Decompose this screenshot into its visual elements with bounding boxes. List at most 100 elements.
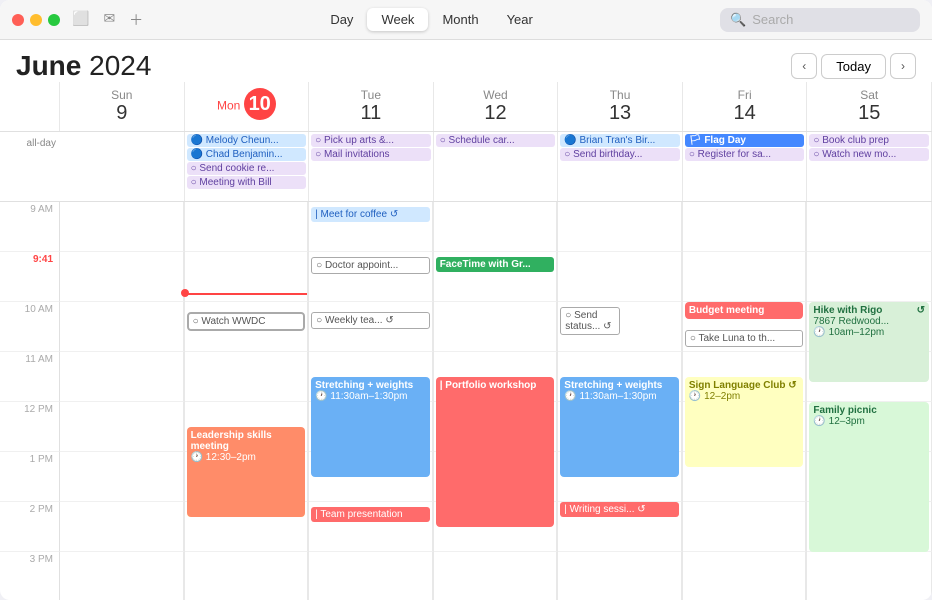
grid-slot [807,202,932,252]
sidebar-icon[interactable]: ⬜ [72,10,89,30]
event-time: 🕐 12:30–2pm [191,452,302,463]
list-item[interactable]: ○ Schedule car... [436,134,556,147]
list-item[interactable]: ○ Meeting with Bill [187,176,307,189]
grid-slot [683,502,807,552]
take-luna-event[interactable]: ○ Take Luna to th... [685,330,804,347]
day-num-fri: 14 [687,102,803,125]
facetime-event[interactable]: FaceTime with Gr... [436,257,555,272]
list-item[interactable]: ○ Register for sa... [685,148,805,161]
month-view-btn[interactable]: Month [428,8,492,31]
traffic-lights [12,14,60,26]
grid-slot [60,352,184,402]
team-presentation-event[interactable]: | Team presentation [311,507,430,522]
portfolio-workshop-event[interactable]: | Portfolio workshop [436,377,555,527]
add-icon[interactable]: ＋ [129,10,143,30]
day-view-btn[interactable]: Day [316,8,367,31]
event-title: Leadership skills meeting [191,430,302,452]
time-9am: 9 AM [0,202,60,252]
allday-sat: ○ Book club prep ○ Watch new mo... [807,132,932,201]
grid-slot: ○ Doctor appoint... [309,252,433,302]
fullscreen-button[interactable] [48,14,60,26]
event-time: 🕐 10am–12pm [813,327,925,338]
month-label: June [16,50,81,81]
event-title: Stretching + weights [564,380,675,391]
allday-thu: 🔵 Brian Tran's Bir... ○ Send birthday... [558,132,683,201]
send-status-event[interactable]: ○ Send status... ↺ [560,307,619,335]
list-item[interactable]: ○ Mail invitations [311,148,431,161]
list-item[interactable]: ○ Pick up arts &... [311,134,431,147]
grid-slot [60,552,184,600]
view-nav: Day Week Month Year [316,8,547,31]
grid-slot: FaceTime with Gr... [434,252,558,302]
grid-slot [683,552,807,600]
week-view-btn[interactable]: Week [367,8,428,31]
meet-coffee-event[interactable]: | Meet for coffee ↺ [311,207,430,222]
list-item[interactable]: ○ Book club prep [809,134,929,147]
day-col-sun [60,202,185,600]
close-button[interactable] [12,14,24,26]
event-location: 7867 Redwood... [813,316,925,327]
grid-slot [558,252,682,302]
event-time: 🕐 12–2pm [689,391,800,402]
leadership-skills-event[interactable]: Leadership skills meeting 🕐 12:30–2pm [187,427,306,517]
grid-slot [558,552,682,600]
family-picnic-event[interactable]: Family picnic 🕐 12–3pm [809,402,929,552]
watch-wwdc-event[interactable]: ○ Watch WWDC [187,312,306,331]
prev-week-btn[interactable]: ‹ [791,53,817,79]
grid-slot [807,552,932,600]
grid-slot [60,402,184,452]
list-item[interactable]: ○ Watch new mo... [809,148,929,161]
list-item[interactable]: 🔵 Melody Cheun... [187,134,307,147]
list-item[interactable]: 🔵 Chad Benjamin... [187,148,307,161]
day-num-sun: 9 [64,102,180,125]
grid-slot: Sign Language Club ↺ 🕐 12–2pm [683,352,807,402]
time-grid: 9 AM 9:41 10 AM 11 AM 12 PM 1 PM 2 PM 3 … [0,202,932,600]
grid-slot: ○ Watch WWDC [185,302,309,352]
day-header-wed: Wed 12 [434,82,559,131]
grid-slot [60,502,184,552]
grid-slot [558,202,682,252]
time-gutter-header [0,82,60,131]
grid-slot [434,202,558,252]
time-12pm: 12 PM [0,402,60,452]
list-item[interactable]: ○ Send cookie re... [187,162,307,175]
grid-slot: Leadership skills meeting 🕐 12:30–2pm [185,402,309,452]
stretching-thu-event[interactable]: Stretching + weights 🕐 11:30am–1:30pm [560,377,679,477]
day-col-tue: | Meet for coffee ↺ ○ Doctor appoint... … [309,202,434,600]
today-btn[interactable]: Today [821,54,886,79]
stretching-tue-event[interactable]: Stretching + weights 🕐 11:30am–1:30pm [311,377,430,477]
list-item[interactable]: 🔵 Brian Tran's Bir... [560,134,680,147]
list-item[interactable]: ○ Send birthday... [560,148,680,161]
minimize-button[interactable] [30,14,42,26]
hike-rigo-event[interactable]: Hike with Rigo ↺ 7867 Redwood... 🕐 10am–… [809,302,929,382]
calendar-grid: Sun 9 Mon 10 Tue 11 Wed 12 Thu 13 [0,82,932,600]
month-title: June 2024 [16,50,151,82]
grid-slot [60,452,184,502]
time-grid-scroll[interactable]: 9 AM 9:41 10 AM 11 AM 12 PM 1 PM 2 PM 3 … [0,202,932,600]
event-time: 🕐 12–3pm [813,416,925,427]
grid-slot [185,252,309,302]
grid-slot [683,252,807,302]
grid-slot: ○ Weekly tea... ↺ [309,302,433,352]
allday-row: all-day 🔵 Melody Cheun... 🔵 Chad Benjami… [0,132,932,202]
grid-slot [683,202,807,252]
inbox-icon[interactable]: ✉ [103,10,115,30]
time-3pm: 3 PM [0,552,60,600]
weekly-tea-event[interactable]: ○ Weekly tea... ↺ [311,312,430,329]
day-header-sat: Sat 15 [807,82,932,131]
sign-language-event[interactable]: Sign Language Club ↺ 🕐 12–2pm [685,377,804,467]
grid-slot [60,302,184,352]
day-name-sat: Sat [860,88,878,102]
doctor-appt-event[interactable]: ○ Doctor appoint... [311,257,430,274]
flag-day-event[interactable]: 🏳 Flag Day [685,134,805,147]
time-col: 9 AM 9:41 10 AM 11 AM 12 PM 1 PM 2 PM 3 … [0,202,60,600]
allday-tue: ○ Pick up arts &... ○ Mail invitations [309,132,434,201]
next-week-btn[interactable]: › [890,53,916,79]
grid-slot [309,552,433,600]
grid-slot: | Team presentation [309,502,433,552]
search-box[interactable]: 🔍 Search [720,8,920,32]
writing-session-event[interactable]: | Writing sessi... ↺ [560,502,679,517]
time-1pm: 1 PM [0,452,60,502]
year-view-btn[interactable]: Year [493,8,547,31]
budget-meeting-event[interactable]: Budget meeting [685,302,804,319]
